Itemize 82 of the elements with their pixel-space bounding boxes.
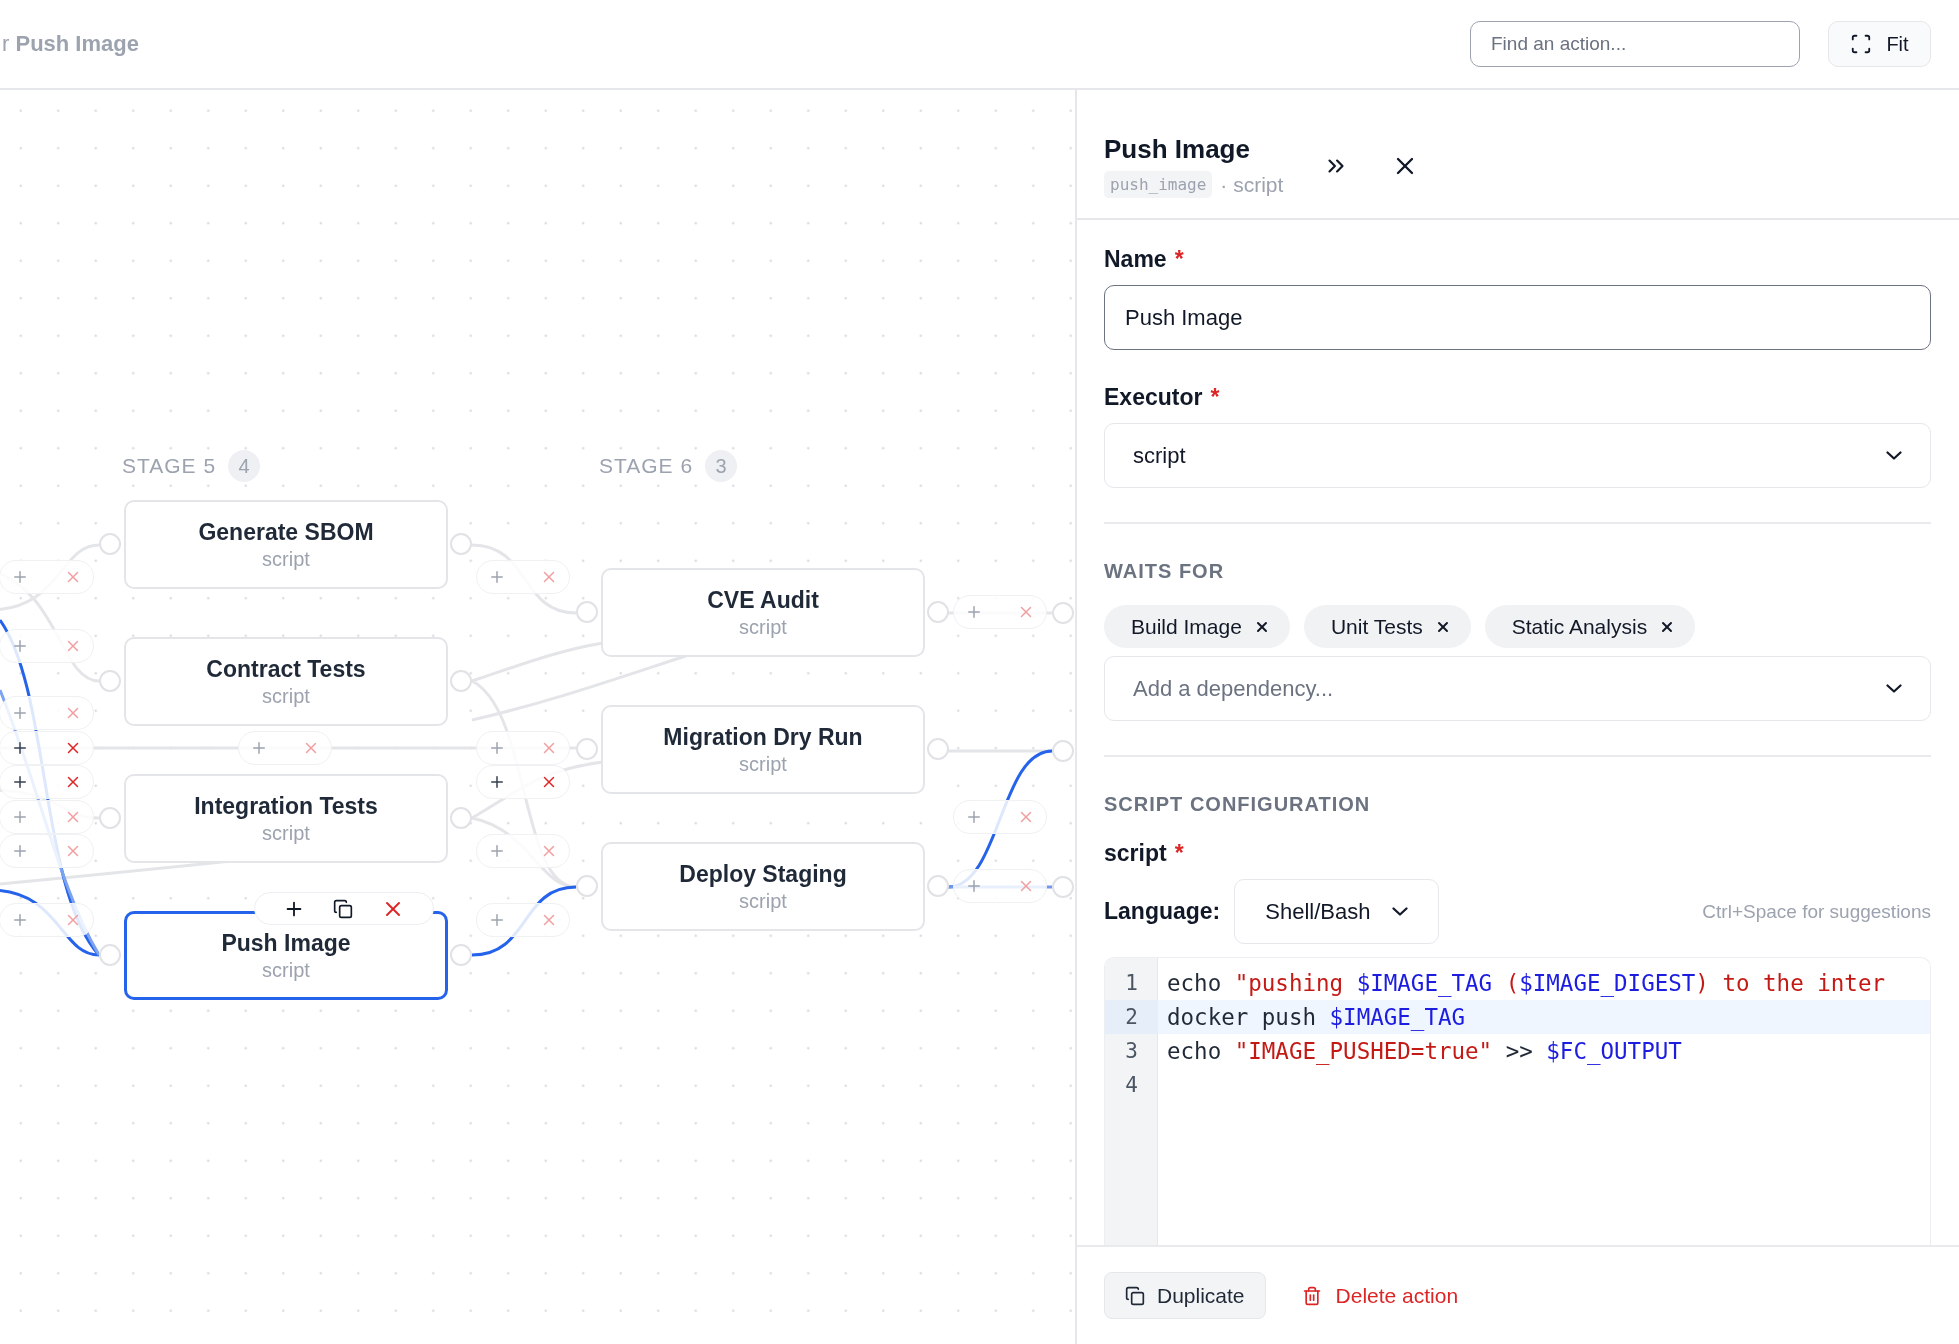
chip-label: Static Analysis [1511, 614, 1648, 639]
chip-label: Build Image [1131, 614, 1242, 639]
node-title: Migration Dry Run [663, 723, 863, 751]
action-node[interactable]: Generate SBOM script [124, 500, 448, 589]
action-node[interactable]: CVE Audit script [601, 568, 925, 657]
stage-label: STAGE 5 [122, 454, 217, 478]
code-line: echo "pushing $IMAGE_TAG ($IMAGE_DIGEST) to the inter [1166, 970, 1885, 996]
required-marker: * [1174, 840, 1184, 867]
line-number: 1 [1124, 970, 1139, 997]
field-label: Name [1104, 246, 1167, 273]
connection-handle[interactable] [1052, 876, 1074, 898]
connection-handle[interactable] [450, 807, 472, 829]
fit-button[interactable]: Fit [1828, 21, 1931, 67]
stage-label: STAGE 6 [599, 454, 694, 478]
dependency-select[interactable]: Add a dependency... [1104, 656, 1931, 721]
copy-icon [1125, 1285, 1145, 1306]
required-marker: * [1174, 246, 1184, 273]
connection-handle[interactable] [99, 944, 121, 966]
node-executor: script [262, 821, 310, 845]
connection-handle[interactable] [576, 875, 598, 897]
section-heading: SCRIPT CONFIGURATION [1104, 793, 1372, 816]
section-heading: WAITS FOR [1104, 560, 1226, 583]
stage-count: 4 [228, 450, 261, 482]
line-number: 3 [1124, 1038, 1139, 1065]
field-label: Executor [1104, 384, 1203, 411]
duplicate-button[interactable] [333, 898, 353, 919]
node-executor: script [739, 752, 787, 776]
breadcrumb-title: r Push Image [2, 31, 139, 57]
connection-handle[interactable] [927, 738, 949, 760]
connection-handle[interactable] [927, 601, 949, 623]
node-executor: script [739, 615, 787, 639]
line-number: 2 [1105, 1000, 1158, 1034]
chevron-down-icon [1886, 684, 1902, 693]
delete-action-button[interactable]: Delete action [1301, 1283, 1459, 1308]
connection-handle[interactable] [450, 944, 472, 966]
node-title: CVE Audit [707, 586, 819, 614]
chevron-down-icon [1392, 907, 1409, 916]
trash-icon [1301, 1285, 1322, 1306]
node-executor: script [739, 889, 787, 913]
connection-handle[interactable] [99, 807, 121, 829]
required-marker: * [1210, 384, 1220, 411]
language-select[interactable]: Shell/Bash [1234, 879, 1440, 944]
node-executor: script [262, 958, 310, 982]
connection-handle[interactable] [576, 601, 598, 623]
node-title: Deploy Staging [679, 860, 847, 888]
stage-count: 3 [705, 450, 738, 482]
connection-handle[interactable] [450, 533, 472, 555]
node-title: Push Image [221, 929, 351, 957]
node-executor: script [262, 547, 310, 571]
fit-view-icon [1850, 33, 1873, 55]
action-node[interactable]: Push Image script [124, 911, 448, 1000]
node-executor: script [262, 684, 310, 708]
connection-handle[interactable] [450, 670, 472, 692]
code-editor[interactable]: 1 echo "pushing $IMAGE_TAG ($IMAGE_DIGEST) to the inter 2 docker push $IMAGE_TAG 3 echo "IMAGE_PUSHED=true" >> $FC_OUTPUT 4 [1104, 957, 1931, 1245]
language-label: Language: [1104, 898, 1221, 925]
executor-note: · script [1220, 172, 1284, 197]
suggestions-hint: Ctrl+Space for suggestions [1702, 900, 1931, 923]
action-node[interactable]: Contract Tests script [124, 637, 448, 726]
panel-title: Push Image [1104, 134, 1251, 165]
connection-handle[interactable] [576, 738, 598, 760]
name-input[interactable]: Push Image [1104, 285, 1931, 350]
connection-handle[interactable] [99, 670, 121, 692]
connection-handle[interactable] [927, 875, 949, 897]
action-node[interactable]: Integration Tests script [124, 774, 448, 863]
node-title: Generate SBOM [198, 518, 374, 546]
node-title: Contract Tests [206, 655, 366, 683]
action-node[interactable]: Migration Dry Run script [601, 705, 925, 794]
connection-handle[interactable] [99, 533, 121, 555]
action-id: push_image [1104, 171, 1213, 198]
chip-label: Unit Tests [1330, 614, 1423, 639]
chevron-down-icon [1886, 451, 1902, 460]
action-node[interactable]: Deploy Staging script [601, 842, 925, 931]
code-line: docker push $IMAGE_TAG [1166, 1004, 1466, 1030]
connection-handle[interactable] [1052, 602, 1074, 624]
search-field[interactable]: Find an action... [1470, 21, 1800, 67]
executor-select[interactable]: script [1104, 423, 1931, 488]
field-label: script [1104, 840, 1167, 867]
connection-handle[interactable] [1052, 740, 1074, 762]
duplicate-button[interactable]: Duplicate [1104, 1272, 1266, 1319]
node-title: Integration Tests [194, 792, 378, 820]
code-line: echo "IMAGE_PUSHED=true" >> $FC_OUTPUT [1166, 1038, 1682, 1064]
line-number: 4 [1124, 1072, 1139, 1099]
